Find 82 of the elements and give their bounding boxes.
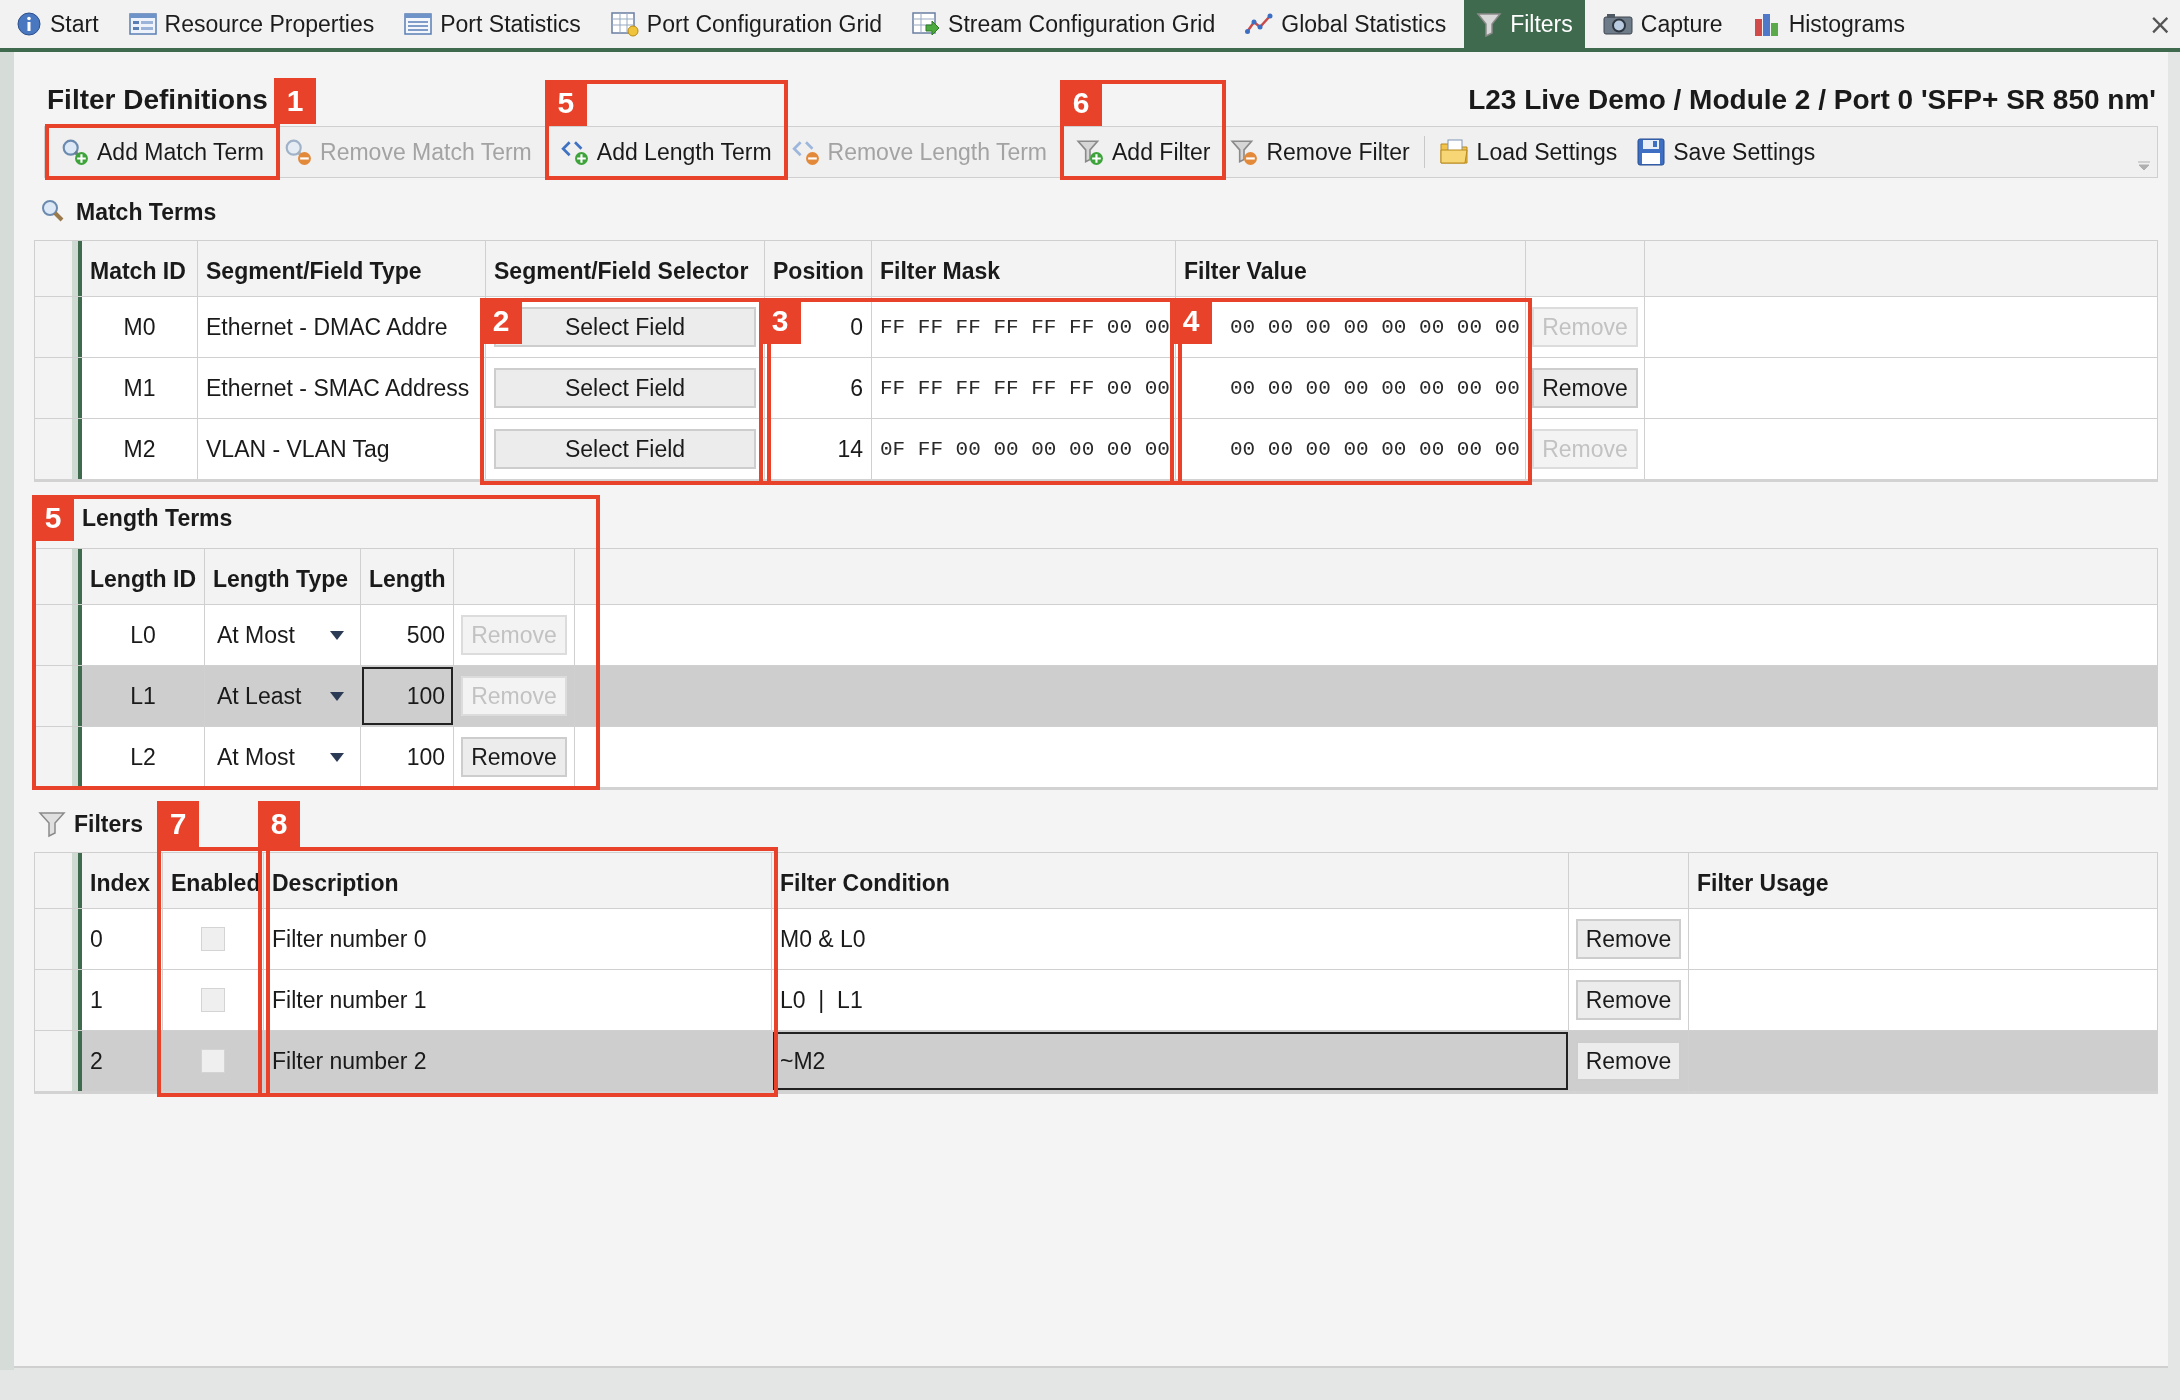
- table-cell: ~M2: [772, 1031, 1569, 1091]
- row-header[interactable]: [35, 909, 82, 969]
- bar-chart-icon: [1752, 11, 1781, 37]
- table-row[interactable]: 0 Filter number 0 M0 & L0 Remove: [35, 908, 2157, 969]
- table-cell: 2: [82, 1031, 163, 1091]
- folder-icon: [1438, 138, 1469, 166]
- table-row[interactable]: 2 Filter number 2 ~M2 Remove: [35, 1030, 2157, 1091]
- row-header[interactable]: [35, 970, 82, 1030]
- grid-icon: [610, 11, 639, 37]
- section-title: Filters: [74, 810, 144, 838]
- overflow-icon: [2137, 161, 2151, 171]
- table-cell: L2: [82, 727, 205, 787]
- table-cell: M2: [82, 419, 198, 479]
- select-field-button[interactable]: Select Field: [494, 429, 756, 469]
- line-chart-icon: [1245, 12, 1274, 36]
- row-header[interactable]: [35, 358, 82, 418]
- section-title: Match Terms: [76, 198, 217, 226]
- caret-icon: [330, 691, 344, 701]
- remove-button[interactable]: Remove: [1575, 980, 1682, 1020]
- table-cell: 100: [361, 666, 454, 726]
- toolbar-button[interactable]: Load Settings: [1428, 130, 1628, 174]
- tab[interactable]: Histograms: [1740, 0, 1917, 48]
- table-row[interactable]: M1 Ethernet - SMAC Address Select Field 6 FF FF FF FF FF FF 00 00 00 00 00 00 00 00 00 00 Remove: [35, 357, 2157, 418]
- table-cell: 00 00 00 00 00 00 00 00: [1176, 419, 1526, 479]
- grid-arrow-icon: [912, 11, 941, 37]
- remove-button[interactable]: Remove: [461, 737, 567, 777]
- callout-badge: 1: [274, 78, 317, 124]
- section-title: Length Terms: [82, 504, 233, 532]
- table-row[interactable]: L2 At Most 100 Remove: [35, 726, 2157, 787]
- remove-button[interactable]: Remove: [1575, 919, 1682, 959]
- toolbar-button[interactable]: Add Filter: [1066, 130, 1221, 174]
- info-icon: [16, 11, 42, 37]
- row-header[interactable]: [35, 419, 82, 479]
- row-header[interactable]: [35, 666, 82, 726]
- table-cell: VLAN - VLAN Tag: [198, 419, 486, 479]
- tab[interactable]: Port Configuration Grid: [598, 0, 895, 48]
- row-header[interactable]: [35, 297, 82, 357]
- remove-button[interactable]: Remove: [1532, 368, 1638, 408]
- remove-button[interactable]: Remove: [1575, 1041, 1682, 1081]
- tab[interactable]: Port Statistics: [392, 0, 593, 48]
- toolbar-button[interactable]: Remove Filter: [1220, 130, 1420, 174]
- page-title: Filter Definitions: [47, 84, 268, 116]
- table-cell: 100: [361, 727, 454, 787]
- checkbox[interactable]: [201, 988, 225, 1012]
- properties-icon: [128, 12, 157, 36]
- funnel-plus-icon: [1076, 138, 1104, 166]
- funnel-icon: [38, 810, 66, 838]
- tab[interactable]: Resource Properties: [116, 0, 387, 48]
- toolbar-button[interactable]: Add Match Term: [51, 130, 275, 174]
- table-cell: 0F FF 00 00 00 00 00 00: [872, 419, 1176, 479]
- magnifier-plus-icon: [61, 138, 89, 166]
- table-row[interactable]: 1 Filter number 1 L0 | L1 Remove: [35, 969, 2157, 1030]
- table-cell: 14: [765, 419, 872, 479]
- caret-icon: [330, 752, 344, 762]
- table-cell: Filter number 2: [264, 1031, 772, 1091]
- close-button[interactable]: ×: [2140, 0, 2180, 48]
- funnel-minus-icon: [1230, 138, 1259, 166]
- list-icon: [404, 12, 433, 36]
- tab[interactable]: Global Statistics: [1233, 0, 1459, 48]
- toolbar-button[interactable]: Save Settings: [1627, 130, 1826, 174]
- select-field-button[interactable]: Select Field: [494, 368, 756, 408]
- funnel-icon: [1476, 11, 1503, 37]
- tab[interactable]: Filters: [1464, 0, 1585, 48]
- callout-badge: 8: [258, 801, 300, 847]
- length-type-dropdown[interactable]: At Most: [213, 621, 352, 649]
- callout-badge: 7: [157, 801, 199, 847]
- row-header[interactable]: [35, 1031, 82, 1091]
- tab[interactable]: Capture: [1590, 0, 1735, 48]
- magnifier-minus-icon: [284, 138, 313, 166]
- port-title: L23 Live Demo / Module 2 / Port 0 'SFP+ SR 850 nm': [1468, 84, 2156, 116]
- row-header[interactable]: [35, 605, 82, 665]
- toolbar-button[interactable]: Add Length Term: [550, 130, 782, 174]
- checkbox[interactable]: [201, 927, 225, 951]
- camera-icon: [1602, 12, 1633, 36]
- caret-icon: [330, 630, 344, 640]
- column-header[interactable]: Filter Usage: [1689, 853, 2089, 908]
- length-type-dropdown[interactable]: At Most: [213, 743, 352, 771]
- length-type-dropdown[interactable]: At Least: [213, 682, 352, 710]
- checkbox[interactable]: [201, 1049, 225, 1073]
- tab[interactable]: Stream Configuration Grid: [900, 0, 1228, 48]
- tab[interactable]: Start: [4, 0, 111, 48]
- row-header[interactable]: [35, 727, 82, 787]
